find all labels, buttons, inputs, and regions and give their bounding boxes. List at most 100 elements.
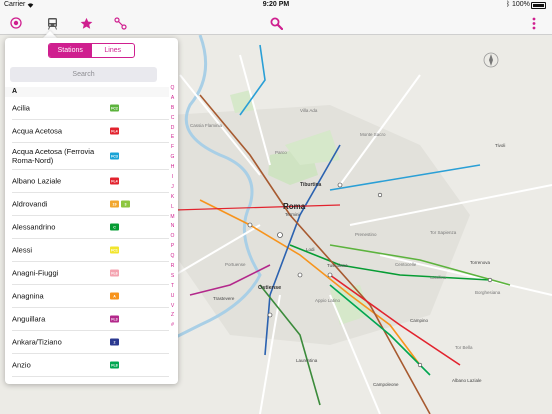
tab-stations[interactable]: Stations	[49, 44, 92, 57]
map-label: Centocelle	[395, 262, 417, 267]
index-letter[interactable]: B	[171, 104, 174, 114]
alphabet-index[interactable]: Q A B C D E F G H I J K L M N O P Q R S T U V Z #	[168, 84, 177, 331]
line-badge: FC3	[110, 152, 119, 160]
station-row[interactable]: Albano Laziale FL4	[12, 170, 169, 193]
route-icon[interactable]	[112, 15, 128, 31]
index-letter[interactable]: V	[171, 302, 174, 312]
index-letter[interactable]: Z	[171, 311, 174, 321]
map-label: Trastevere	[213, 296, 235, 301]
station-name: Anagni-Fiuggi	[12, 268, 59, 278]
map-label: Ostiense	[258, 285, 282, 291]
station-row[interactable]: Alessandrino C	[12, 216, 169, 239]
map-label: Villa Ada	[300, 108, 318, 113]
station-name: Anzio	[12, 360, 31, 370]
station-row[interactable]: Anagni-Fiuggi FL6	[12, 262, 169, 285]
search-icon[interactable]	[268, 15, 284, 31]
index-letter[interactable]: S	[171, 272, 174, 282]
section-header: A	[5, 87, 169, 97]
search-input[interactable]: Search	[10, 67, 157, 82]
index-letter[interactable]: Q	[171, 84, 175, 94]
index-letter[interactable]: D	[171, 124, 175, 134]
index-letter[interactable]: M	[170, 213, 174, 223]
line-badge: FC2	[110, 104, 119, 112]
line-badge: C	[110, 223, 119, 231]
station-row[interactable]: Anzio FL8	[12, 354, 169, 377]
train-icon[interactable]	[44, 15, 60, 31]
line-badges: FL4	[110, 177, 119, 185]
map-label: Laurentina	[296, 358, 318, 363]
station-name: Alessandrino	[12, 222, 56, 232]
map-label: Tuscolana	[327, 263, 348, 268]
index-letter[interactable]: R	[171, 262, 175, 272]
station-row[interactable]: Aldrovandi 19 3	[12, 193, 169, 216]
map-label: Tiburtina	[300, 182, 322, 188]
map-label: Termini	[285, 212, 300, 217]
station-name: Acilia	[12, 103, 30, 113]
bluetooth-icon: ᛒ	[506, 1, 511, 8]
station-row[interactable]: Anagnina A	[12, 285, 169, 308]
station-row[interactable]: Anguillara FL3	[12, 308, 169, 331]
map-label: Albano Laziale	[452, 378, 482, 383]
line-badge: A	[110, 292, 119, 300]
line-badges: C	[110, 223, 119, 231]
index-letter[interactable]: I	[172, 173, 173, 183]
station-row[interactable]: Acqua Acetosa FL4	[12, 120, 169, 143]
index-letter[interactable]: G	[171, 153, 175, 163]
line-badges: A	[110, 292, 119, 300]
station-name: Acqua Acetosa (Ferrovia Roma-Nord)	[12, 147, 95, 165]
index-letter[interactable]: T	[171, 282, 174, 292]
map-label: Monte Sacro	[360, 132, 386, 137]
location-icon[interactable]	[8, 15, 24, 31]
index-letter[interactable]: E	[171, 133, 174, 143]
index-letter[interactable]: K	[171, 193, 174, 203]
index-letter[interactable]: O	[171, 232, 175, 242]
index-letter[interactable]: U	[171, 292, 175, 302]
star-icon[interactable]	[78, 15, 94, 31]
index-letter[interactable]: H	[171, 163, 175, 173]
index-letter[interactable]: Q	[171, 252, 175, 262]
map-label: Lodi	[306, 247, 315, 252]
map-label: Cassia Flaminia	[190, 123, 223, 128]
map-label: Tor Sapienza	[430, 230, 457, 235]
line-badge: FL8	[110, 361, 119, 369]
index-letter[interactable]: J	[171, 183, 174, 193]
index-letter[interactable]: #	[171, 321, 174, 331]
station-list: A Acilia FC2 Acqua Acetosa FL4 Acqua Acetosa…	[5, 87, 169, 377]
index-letter[interactable]: F	[171, 143, 174, 153]
tab-lines[interactable]: Lines	[92, 44, 135, 57]
line-badge: FC1	[110, 246, 119, 254]
battery-percent: 100%	[512, 1, 530, 8]
station-name: Acqua Acetosa	[12, 126, 63, 136]
line-badge: 3	[121, 200, 130, 208]
station-row[interactable]: Ankara/Tiziano 2	[12, 331, 169, 354]
index-letter[interactable]: C	[171, 114, 175, 124]
stations-panel: Stations Lines Search A Acilia FC2 Acqua A…	[5, 38, 178, 384]
index-letter[interactable]: L	[171, 203, 174, 213]
index-letter[interactable]: N	[171, 222, 175, 232]
line-badges: FL4	[110, 127, 119, 135]
battery-icon	[531, 2, 546, 9]
line-badge: FL6	[110, 269, 119, 277]
map-label: Tivoli	[495, 143, 506, 148]
station-name: Anagnina	[12, 291, 44, 301]
line-badge: FL3	[110, 315, 119, 323]
map-label: Casilina	[430, 275, 447, 280]
map-label: Tor Bella	[455, 345, 473, 350]
station-name: Albano Laziale	[12, 176, 62, 186]
line-badges: FL6	[110, 269, 119, 277]
more-icon[interactable]	[526, 15, 542, 31]
line-badges: FC2	[110, 104, 119, 112]
map-label: Parco	[275, 150, 287, 155]
segmented-control: Stations Lines	[48, 43, 135, 58]
line-badges: 2	[110, 338, 119, 346]
status-bar: Carrier 9:20 PM ᛒ 100%	[0, 0, 552, 11]
line-badge: 19	[110, 200, 119, 208]
station-row[interactable]: Acilia FC2	[12, 97, 169, 120]
station-row[interactable]: Acqua Acetosa (Ferrovia Roma-Nord) FC3	[12, 143, 169, 170]
map-label: Borghesiana	[475, 290, 501, 295]
map-label: Campino	[410, 318, 429, 323]
index-letter[interactable]: A	[171, 94, 174, 104]
line-badge: FL4	[110, 177, 119, 185]
index-letter[interactable]: P	[171, 242, 174, 252]
station-row[interactable]: Alessi FC1	[12, 239, 169, 262]
